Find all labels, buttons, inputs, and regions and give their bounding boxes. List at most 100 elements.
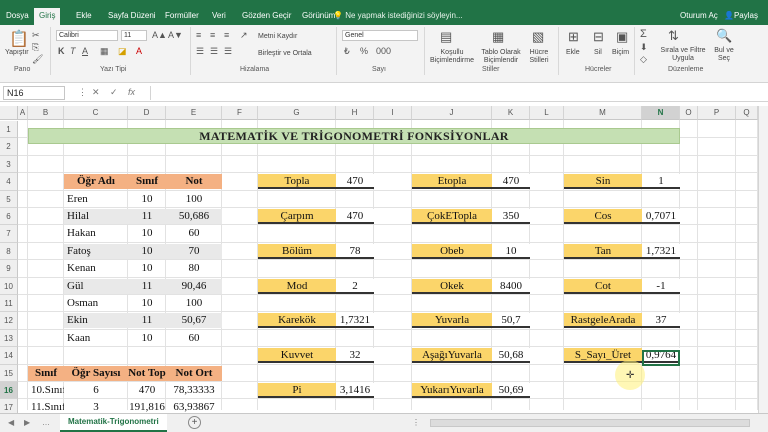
font-name-select[interactable]: Calibri: [56, 30, 118, 41]
students-table-cell[interactable]: 11: [128, 313, 166, 329]
row-header-11[interactable]: 11: [0, 295, 18, 313]
function-label[interactable]: Pi: [258, 383, 336, 398]
row-header-15[interactable]: 15: [0, 364, 18, 382]
function-value[interactable]: 0,7071: [642, 209, 680, 224]
students-table-cell[interactable]: Ekin: [64, 313, 128, 329]
align-left-icon[interactable]: ☰: [196, 46, 204, 57]
underline-icon[interactable]: A: [82, 46, 88, 56]
function-value[interactable]: 1,7321: [336, 313, 374, 329]
italic-icon[interactable]: T: [70, 46, 76, 56]
summary-header-cell[interactable]: Not Top: [128, 365, 166, 381]
tab-review[interactable]: Gözden Geçir: [242, 11, 291, 20]
sort-filter-button[interactable]: Sırala ve Filtre Uygula: [658, 47, 708, 63]
students-table-cell[interactable]: Kenan: [64, 261, 128, 276]
format-cells-button[interactable]: Biçim: [612, 49, 629, 56]
row-header-4[interactable]: 4: [0, 173, 18, 191]
column-header-j[interactable]: J: [412, 106, 492, 120]
students-table-cell[interactable]: 10: [128, 243, 166, 259]
students-table-cell[interactable]: Fatoş: [64, 243, 128, 259]
tell-me-search[interactable]: 💡 Ne yapmak istediğinizi söyleyin...: [333, 11, 463, 20]
fill-color-icon[interactable]: ◪: [118, 46, 127, 57]
students-table-cell[interactable]: 70: [166, 243, 222, 259]
students-table-cell[interactable]: 10: [128, 331, 166, 346]
students-table-cell[interactable]: Hilal: [64, 209, 128, 224]
orientation-icon[interactable]: ↗: [240, 30, 248, 41]
name-box[interactable]: N16: [3, 86, 65, 100]
grow-font-icon[interactable]: A▲: [152, 30, 167, 40]
row-header-8[interactable]: 8: [0, 242, 18, 261]
shrink-font-icon[interactable]: A▼: [168, 30, 183, 40]
function-label[interactable]: Çarpım: [258, 209, 336, 224]
font-color-icon[interactable]: A: [136, 46, 142, 56]
function-value[interactable]: 3,1416: [336, 383, 374, 398]
row-header-12[interactable]: 12: [0, 312, 18, 330]
function-label[interactable]: Kuvvet: [258, 348, 336, 364]
insert-cells-button[interactable]: Ekle: [566, 49, 580, 56]
column-header-b[interactable]: B: [28, 106, 64, 120]
row-header-16[interactable]: 16: [0, 382, 18, 400]
students-table-cell[interactable]: 60: [166, 331, 222, 346]
students-table-cell[interactable]: 100: [166, 296, 222, 311]
column-header-n[interactable]: N: [642, 106, 680, 120]
summary-header-cell[interactable]: Öğr Sayısı: [64, 365, 128, 381]
align-top-icon[interactable]: ≡: [196, 30, 201, 40]
students-table-cell[interactable]: Gül: [64, 278, 128, 294]
summary-table-cell[interactable]: 10.Sınıf: [28, 383, 64, 398]
row-header-7[interactable]: 7: [0, 225, 18, 243]
column-header-f[interactable]: F: [222, 106, 258, 120]
fill-icon[interactable]: ⬇: [640, 42, 648, 53]
format-painter-icon[interactable]: 🖌: [32, 54, 43, 65]
currency-icon[interactable]: ₺: [344, 46, 350, 57]
paste-button[interactable]: Yapıştır: [5, 49, 29, 56]
students-header-cell[interactable]: Not: [166, 174, 222, 190]
tab-page-layout[interactable]: Sayfa Düzeni: [108, 11, 156, 20]
students-table-cell[interactable]: 50,67: [166, 313, 222, 329]
column-header-m[interactable]: M: [564, 106, 642, 120]
select-all-corner[interactable]: [0, 106, 18, 120]
students-header-cell[interactable]: Sınıf: [128, 174, 166, 190]
row-header-9[interactable]: 9: [0, 260, 18, 278]
students-table-cell[interactable]: 80: [166, 261, 222, 276]
autosum-icon[interactable]: Σ: [640, 28, 647, 40]
cut-icon[interactable]: ✂: [32, 30, 40, 41]
row-header-14[interactable]: 14: [0, 347, 18, 365]
horizontal-scrollbar[interactable]: [430, 419, 750, 427]
tab-home[interactable]: Giriş: [34, 8, 61, 25]
sheet-title[interactable]: MATEMATİK VE TRİGONOMETRİ FONKSİYONLAR: [28, 128, 680, 144]
function-label[interactable]: AşağıYuvarla: [412, 348, 492, 364]
function-label[interactable]: Topla: [258, 174, 336, 190]
students-table-cell[interactable]: 10: [128, 261, 166, 276]
align-bottom-icon[interactable]: ≡: [224, 30, 229, 40]
function-value[interactable]: 10: [492, 243, 530, 259]
function-label[interactable]: Okek: [412, 278, 492, 294]
students-table-cell[interactable]: 10: [128, 296, 166, 311]
column-header-i[interactable]: I: [374, 106, 412, 120]
delete-cells-button[interactable]: Sil: [594, 49, 602, 56]
function-label[interactable]: Mod: [258, 278, 336, 294]
merge-center-button[interactable]: Birleştir ve Ortala: [258, 50, 312, 57]
active-cell-n16[interactable]: [642, 350, 680, 366]
add-sheet-icon[interactable]: +: [188, 416, 201, 429]
confirm-icon[interactable]: ✓: [110, 87, 118, 98]
bold-icon[interactable]: K: [58, 46, 65, 56]
students-table-cell[interactable]: Kaan: [64, 331, 128, 346]
function-value[interactable]: 2: [336, 278, 374, 294]
function-label[interactable]: Obeb: [412, 243, 492, 259]
function-value[interactable]: 32: [336, 348, 374, 364]
function-label[interactable]: Cot: [564, 278, 642, 294]
wrap-text-button[interactable]: Metni Kaydır: [258, 33, 297, 40]
function-value[interactable]: 50,68: [492, 348, 530, 364]
students-table-cell[interactable]: Eren: [64, 192, 128, 207]
sheet-tab-active[interactable]: Matematik-Trigonometri: [60, 414, 167, 432]
function-value[interactable]: 470: [336, 209, 374, 224]
column-header-d[interactable]: D: [128, 106, 166, 120]
row-header-3[interactable]: 3: [0, 155, 18, 174]
function-label[interactable]: Tan: [564, 243, 642, 259]
formula-input[interactable]: [150, 86, 760, 100]
students-table-cell[interactable]: 11: [128, 278, 166, 294]
column-header-a[interactable]: A: [18, 106, 28, 120]
students-table-cell[interactable]: 100: [166, 192, 222, 207]
column-header-k[interactable]: K: [492, 106, 530, 120]
conditional-format-button[interactable]: Koşullu Biçimlendirme: [428, 49, 476, 65]
tab-data[interactable]: Veri: [212, 11, 226, 20]
